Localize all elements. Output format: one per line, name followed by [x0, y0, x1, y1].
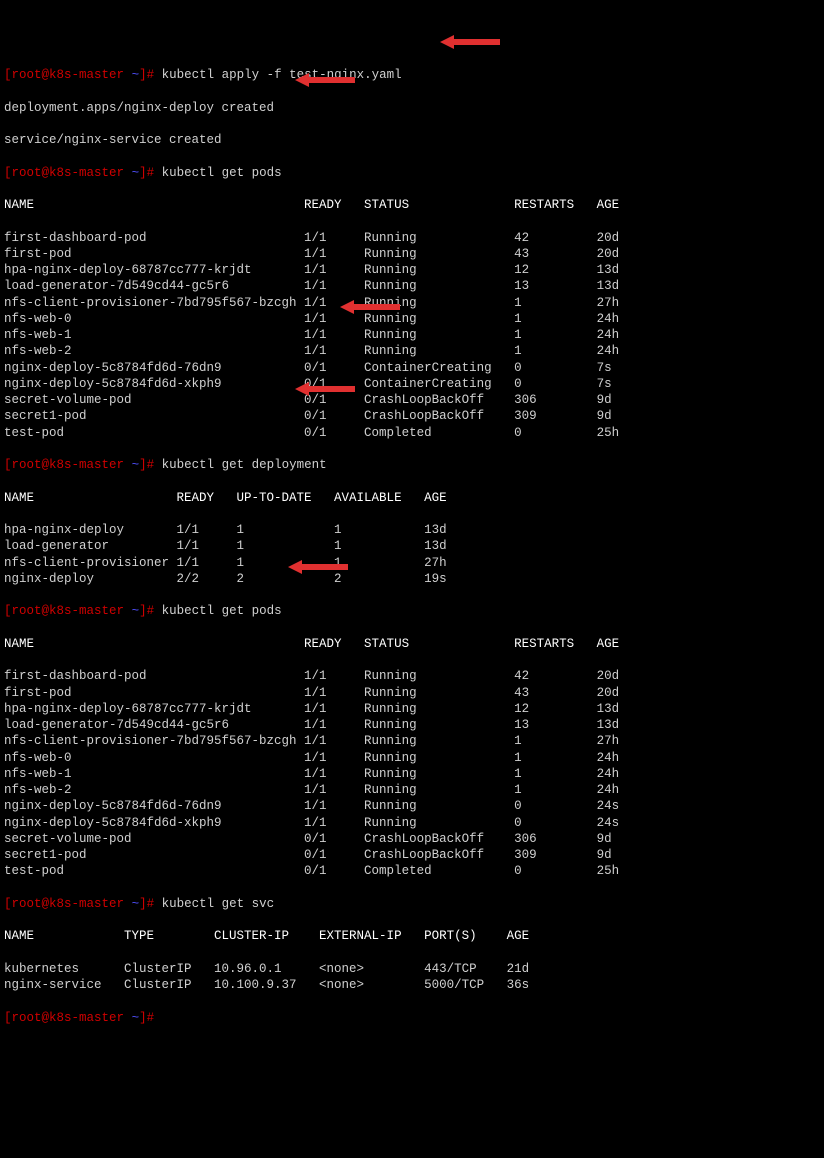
pod-row: nfs-client-provisioner-7bd795f567-bzcgh …: [4, 733, 820, 749]
output-line: service/nginx-service created: [4, 132, 820, 148]
pod-row: nginx-deploy-5c8784fd6d-76dn9 0/1 Contai…: [4, 360, 820, 376]
prompt-line-2[interactable]: [root@k8s-master ~]# kubectl get pods: [4, 165, 820, 181]
pod-row: nfs-web-0 1/1 Running 1 24h: [4, 311, 820, 327]
pod-row: nginx-deploy-5c8784fd6d-xkph9 0/1 Contai…: [4, 376, 820, 392]
pod-row: secret-volume-pod 0/1 CrashLoopBackOff 3…: [4, 392, 820, 408]
pod-row: load-generator-7d549cd44-gc5r6 1/1 Runni…: [4, 717, 820, 733]
command-5: kubectl get svc: [162, 897, 275, 911]
pod-row: nginx-deploy-5c8784fd6d-xkph9 1/1 Runnin…: [4, 815, 820, 831]
pod-row: nfs-web-2 1/1 Running 1 24h: [4, 782, 820, 798]
deploy-header: NAME READY UP-TO-DATE AVAILABLE AGE: [4, 490, 820, 506]
pod-row: nfs-client-provisioner-7bd795f567-bzcgh …: [4, 295, 820, 311]
svc-header: NAME TYPE CLUSTER-IP EXTERNAL-IP PORT(S)…: [4, 928, 820, 944]
prompt-line-1[interactable]: [root@k8s-master ~]# kubectl apply -f te…: [4, 67, 820, 83]
deployment-row: nfs-client-provisioner 1/1 1 1 27h: [4, 555, 820, 571]
command-2: kubectl get pods: [162, 166, 282, 180]
pod-row: secret1-pod 0/1 CrashLoopBackOff 309 9d: [4, 408, 820, 424]
command-4: kubectl get pods: [162, 604, 282, 618]
command-1: kubectl apply -f test-nginx.yaml: [162, 68, 402, 82]
pod-row: first-pod 1/1 Running 43 20d: [4, 685, 820, 701]
output-line: deployment.apps/nginx-deploy created: [4, 100, 820, 116]
deployment-row: load-generator 1/1 1 1 13d: [4, 538, 820, 554]
pods-header-1: NAME READY STATUS RESTARTS AGE: [4, 197, 820, 213]
pod-row: secret-volume-pod 0/1 CrashLoopBackOff 3…: [4, 831, 820, 847]
prompt-line-6[interactable]: [root@k8s-master ~]#: [4, 1010, 820, 1026]
pods-header-2: NAME READY STATUS RESTARTS AGE: [4, 636, 820, 652]
pod-row: load-generator-7d549cd44-gc5r6 1/1 Runni…: [4, 278, 820, 294]
pod-row: hpa-nginx-deploy-68787cc777-krjdt 1/1 Ru…: [4, 262, 820, 278]
service-row: nginx-service ClusterIP 10.100.9.37 <non…: [4, 977, 820, 993]
pod-row: first-dashboard-pod 1/1 Running 42 20d: [4, 230, 820, 246]
pod-row: nfs-web-2 1/1 Running 1 24h: [4, 343, 820, 359]
prompt-line-5[interactable]: [root@k8s-master ~]# kubectl get svc: [4, 896, 820, 912]
pod-row: test-pod 0/1 Completed 0 25h: [4, 425, 820, 441]
pod-row: nfs-web-1 1/1 Running 1 24h: [4, 327, 820, 343]
command-3: kubectl get deployment: [162, 458, 327, 472]
pod-row: nfs-web-1 1/1 Running 1 24h: [4, 766, 820, 782]
arrow-annotation-icon: [440, 0, 500, 68]
pod-row: first-pod 1/1 Running 43 20d: [4, 246, 820, 262]
prompt-line-3[interactable]: [root@k8s-master ~]# kubectl get deploym…: [4, 457, 820, 473]
pod-row: secret1-pod 0/1 CrashLoopBackOff 309 9d: [4, 847, 820, 863]
pod-row: nfs-web-0 1/1 Running 1 24h: [4, 750, 820, 766]
pod-row: first-dashboard-pod 1/1 Running 42 20d: [4, 668, 820, 684]
service-row: kubernetes ClusterIP 10.96.0.1 <none> 44…: [4, 961, 820, 977]
deployment-row: hpa-nginx-deploy 1/1 1 1 13d: [4, 522, 820, 538]
pod-row: nginx-deploy-5c8784fd6d-76dn9 1/1 Runnin…: [4, 798, 820, 814]
prompt-line-4[interactable]: [root@k8s-master ~]# kubectl get pods: [4, 603, 820, 619]
pod-row: test-pod 0/1 Completed 0 25h: [4, 863, 820, 879]
pod-row: hpa-nginx-deploy-68787cc777-krjdt 1/1 Ru…: [4, 701, 820, 717]
